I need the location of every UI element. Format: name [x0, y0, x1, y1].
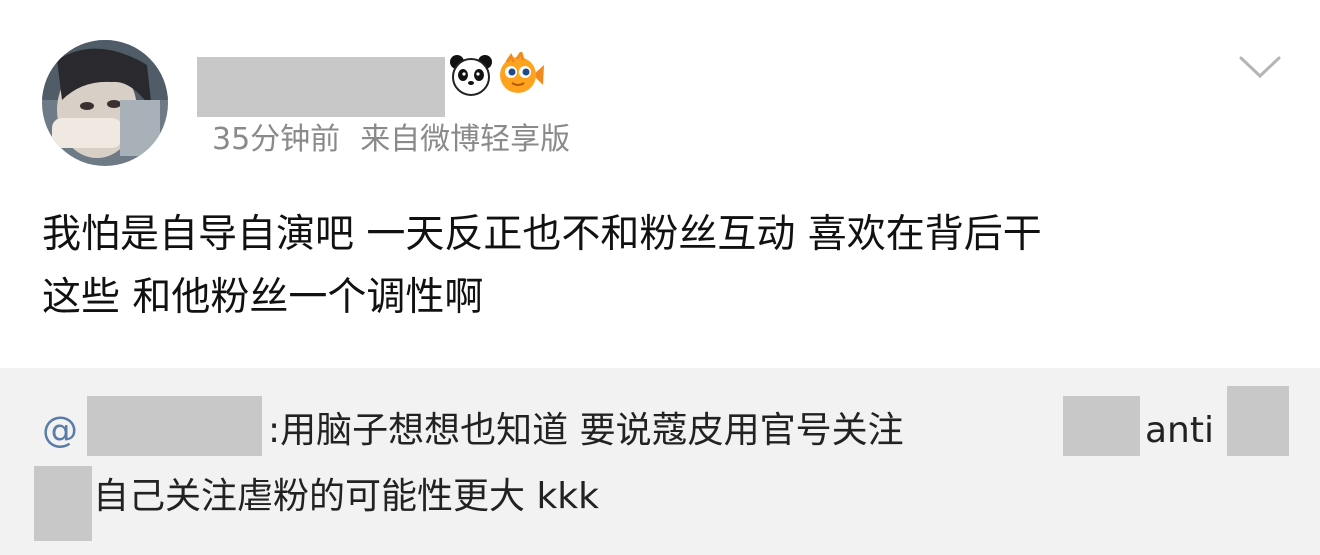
chevron-down-icon[interactable]	[1238, 52, 1282, 82]
redaction-box	[34, 466, 92, 541]
post-content: 我怕是自导自演吧 一天反正也不和粉丝互动 喜欢在背后干 这些 和他粉丝一个调性啊	[42, 212, 1042, 320]
timestamp: 35分钟前	[212, 122, 341, 157]
repost-block[interactable]: @ :用脑子想想也知道 要说蔻皮用官号关注 anti 自己关注虐粉的可能性更大 …	[0, 368, 1320, 555]
panda-icon	[448, 52, 498, 98]
avatar[interactable]	[42, 40, 168, 166]
post-source[interactable]: 来自微博轻享版	[360, 122, 570, 157]
repost-text-part3: 自己关注虐粉的可能性更大 kkk	[93, 476, 599, 517]
redaction-box	[1227, 386, 1289, 456]
post-meta: 35分钟前 来自微博轻享版	[212, 118, 570, 162]
username-redacted[interactable]	[197, 57, 445, 117]
repost-text-part1: :用脑子想想也知道 要说蔻皮用官号关注	[268, 410, 904, 451]
repost-text-part2: anti	[1145, 410, 1214, 451]
mention-username-redacted[interactable]	[87, 396, 262, 456]
weibo-post: 35分钟前 来自微博轻享版 我怕是自导自演吧 一天反正也不和粉丝互动 喜欢在背后干…	[0, 0, 1320, 368]
fish-icon	[497, 49, 547, 98]
redaction-box	[1063, 396, 1140, 456]
mention-at-sign[interactable]: @	[42, 406, 78, 456]
